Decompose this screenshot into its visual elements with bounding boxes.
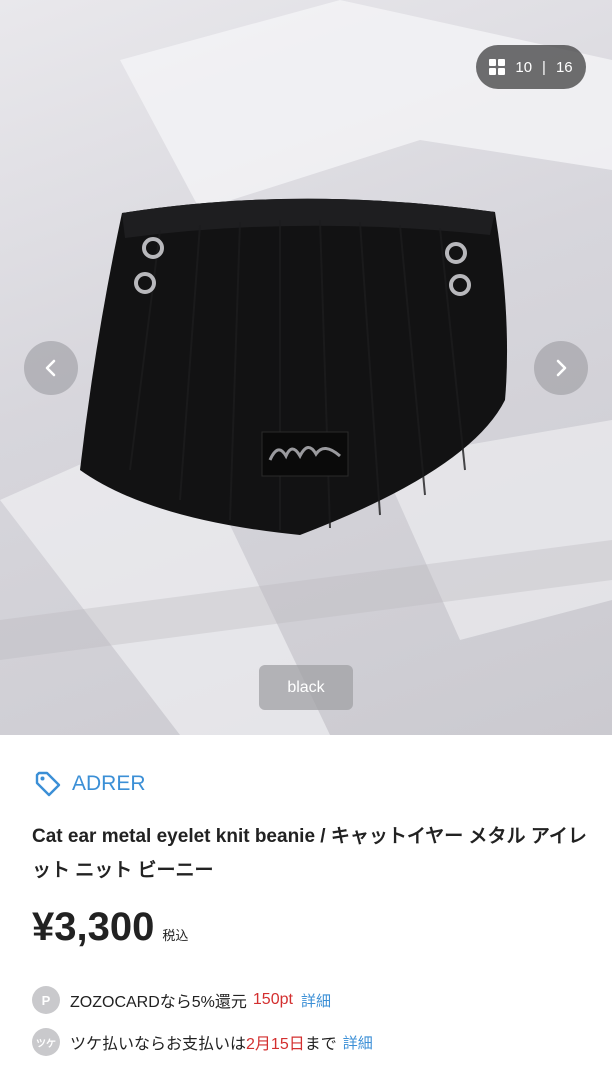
brand-link[interactable]: ADRER: [34, 770, 146, 798]
tsuke-icon: ツケ: [32, 1028, 60, 1056]
tsuke-text-after: まで: [304, 1036, 337, 1053]
product-title: Cat ear metal eyelet knit beanie / キャットイ…: [32, 826, 587, 881]
chevron-right-icon: [556, 359, 567, 377]
points-icon: P: [32, 986, 60, 1014]
counter-current: 10: [515, 58, 533, 76]
color-label: black: [259, 665, 353, 710]
tsuke-payment-row: ツケ ツケ払いならお支払いは 2月15日 まで 詳細: [32, 1028, 373, 1056]
tsuke-detail-link[interactable]: 詳細: [343, 1032, 373, 1053]
tax-label: 税込: [162, 928, 189, 943]
image-counter[interactable]: 10 | 16: [476, 45, 586, 89]
zozocard-text: ZOZOCARDなら5%還元: [70, 994, 247, 1011]
tsuke-date: 2月15日: [246, 1036, 305, 1053]
chevron-left-icon: [45, 359, 56, 377]
brand-name: ADRER: [72, 772, 146, 795]
points-amount: 150pt: [252, 991, 293, 1008]
tag-icon: [35, 771, 61, 797]
price-amount: ¥3,300: [32, 905, 155, 949]
product-photo: [0, 0, 612, 735]
zozocard-detail-link[interactable]: 詳細: [301, 990, 331, 1011]
product-image-gallery[interactable]: 10 | 16 black: [0, 0, 612, 735]
counter-separator: |: [542, 58, 546, 76]
previous-image-button[interactable]: [24, 341, 78, 395]
tsuke-text: ツケ払いならお支払いは: [70, 1036, 247, 1053]
product-price: ¥3,300 税込: [32, 905, 188, 950]
counter-total: 16: [555, 58, 573, 76]
zozocard-points-row: P ZOZOCARDなら5%還元 150pt 詳細: [32, 986, 331, 1014]
next-image-button[interactable]: [534, 341, 588, 395]
grid-icon: [489, 59, 506, 75]
